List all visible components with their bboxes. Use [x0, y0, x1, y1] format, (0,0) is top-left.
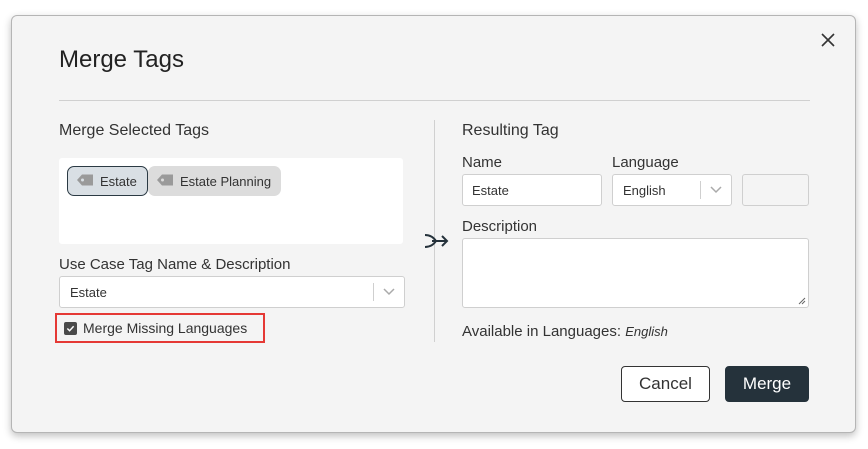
use-case-label: Use Case Tag Name & Description	[59, 256, 291, 273]
chevron-down-icon[interactable]	[374, 288, 404, 296]
tag-chip-label: Estate Planning	[180, 173, 272, 189]
chevron-down-icon[interactable]	[701, 186, 731, 194]
name-input[interactable]: Estate	[462, 174, 602, 206]
language-label: Language	[612, 154, 679, 171]
use-case-select[interactable]: Estate	[59, 276, 405, 308]
tag-chip-estate-planning[interactable]: Estate Planning	[148, 166, 282, 196]
available-languages-label: Available in Languages:	[462, 323, 622, 340]
merge-missing-languages-option[interactable]: Merge Missing Languages	[55, 313, 265, 343]
available-languages-value: English	[625, 324, 668, 339]
tag-icon	[76, 173, 94, 190]
merge-selected-tags-heading: Merge Selected Tags	[59, 122, 210, 139]
resize-grip-icon[interactable]	[798, 297, 806, 305]
header-divider	[59, 100, 810, 101]
merge-missing-languages-checkbox[interactable]	[64, 321, 77, 335]
available-languages: Available in Languages: English	[462, 323, 668, 340]
use-case-value: Estate	[70, 284, 107, 300]
merge-button[interactable]: Merge	[725, 366, 809, 402]
close-icon[interactable]	[818, 30, 838, 50]
merge-missing-languages-label: Merge Missing Languages	[83, 320, 248, 336]
resulting-tag-heading: Resulting Tag	[462, 122, 559, 139]
tag-icon	[156, 173, 174, 190]
name-value: Estate	[472, 182, 509, 198]
description-textarea[interactable]	[462, 238, 809, 308]
selected-tags-box: Estate Estate Planning	[59, 158, 403, 244]
merge-arrow-icon	[424, 231, 450, 251]
tag-chip-label: Estate	[100, 173, 137, 189]
tag-chip-estate[interactable]: Estate	[67, 166, 148, 196]
language-extra-field[interactable]	[742, 174, 809, 206]
merge-tags-dialog: Merge Tags Merge Selected Tags Estate Es…	[11, 15, 856, 433]
language-value: English	[623, 182, 666, 198]
description-label: Description	[462, 218, 538, 235]
name-label: Name	[462, 154, 503, 171]
dialog-title: Merge Tags	[59, 46, 184, 73]
language-select[interactable]: English	[612, 174, 732, 206]
cancel-button[interactable]: Cancel	[621, 366, 710, 402]
